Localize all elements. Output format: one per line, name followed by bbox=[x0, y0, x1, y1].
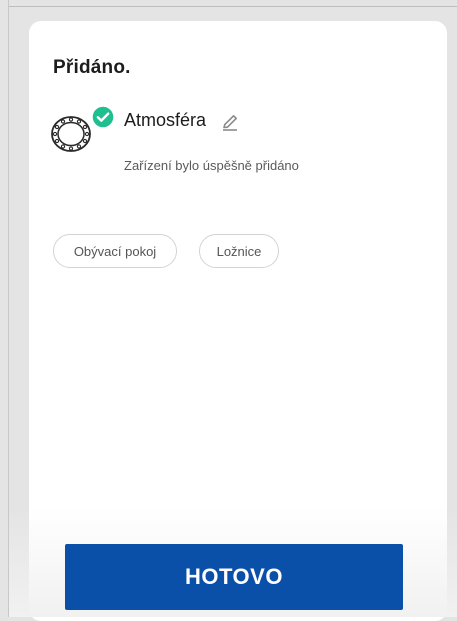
room-chip-label: Ložnice bbox=[216, 243, 262, 259]
page-title: Přidáno. bbox=[53, 57, 131, 78]
pencil-edit-icon[interactable] bbox=[220, 112, 240, 132]
room-chip-label: Obývací pokoj bbox=[73, 243, 157, 259]
success-check-icon bbox=[91, 105, 115, 129]
app-frame: Přidáno. Atmosféra Zařízení bylo úspěšně… bbox=[8, 0, 457, 621]
ring-light-icon bbox=[51, 116, 91, 152]
done-button[interactable]: HOTOVO bbox=[65, 544, 403, 610]
room-chip-bedroom[interactable]: Ložnice bbox=[199, 234, 279, 268]
device-name: Atmosféra bbox=[124, 110, 207, 130]
room-chip-living-room[interactable]: Obývací pokoj bbox=[53, 234, 177, 268]
top-divider bbox=[9, 6, 457, 7]
device-status-text: Zařízení bylo úspěšně přidáno bbox=[124, 158, 299, 173]
